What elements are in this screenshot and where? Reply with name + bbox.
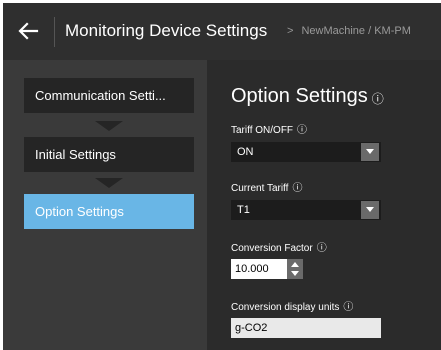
arrow-left-icon[interactable] <box>17 20 41 42</box>
conversion-units-label: Conversion display units ⓘ <box>231 301 353 314</box>
option-settings-panel: Option Settings ⓘ Tariff ON/OFF ⓘ ON Curre… <box>207 60 441 350</box>
current-tariff-value: T1 <box>237 204 250 216</box>
tariff-onoff-select[interactable]: ON <box>231 142 381 162</box>
stepper-buttons[interactable] <box>287 259 303 279</box>
current-tariff-label: Current Tariff ⓘ <box>231 182 302 195</box>
info-icon[interactable]: ⓘ <box>372 92 384 106</box>
title-separator <box>54 17 55 47</box>
conversion-factor-value: 10.000 <box>235 263 269 275</box>
section-title-text: Option Settings <box>231 85 368 107</box>
step-communication-settings[interactable]: Communication Setti... <box>24 78 194 113</box>
conversion-factor-stepper[interactable]: 10.000 <box>231 259 303 279</box>
info-icon[interactable]: ⓘ <box>343 302 353 313</box>
step-arrow-down-icon <box>95 178 123 188</box>
current-tariff-label-text: Current Tariff <box>231 183 289 194</box>
chevron-down-icon[interactable] <box>361 201 379 219</box>
chevron-down-icon[interactable] <box>361 143 379 161</box>
breadcrumb-chevron: > <box>287 25 294 37</box>
step-option-settings[interactable]: Option Settings <box>24 194 194 229</box>
tariff-onoff-value: ON <box>237 146 254 158</box>
section-title: Option Settings ⓘ <box>231 84 384 108</box>
conversion-factor-label: Conversion Factor ⓘ <box>231 242 327 255</box>
breadcrumb: > NewMachine / KM-PM <box>287 24 411 39</box>
tariff-onoff-label: Tariff ON/OFF ⓘ <box>231 124 307 137</box>
breadcrumb-path[interactable]: NewMachine / KM-PM <box>301 25 410 37</box>
stepper-down-icon[interactable] <box>291 271 299 276</box>
info-icon[interactable]: ⓘ <box>292 183 302 194</box>
window-frame: Monitoring Device Settings > NewMachine /… <box>3 3 441 350</box>
step-arrow-down-icon <box>95 121 123 131</box>
conversion-factor-label-text: Conversion Factor <box>231 243 313 254</box>
title-bar: Monitoring Device Settings > NewMachine /… <box>3 3 441 60</box>
steps-pane: Communication Setti... Initial Settings … <box>3 60 207 350</box>
page-title: Monitoring Device Settings <box>65 21 268 40</box>
current-tariff-select[interactable]: T1 <box>231 200 381 220</box>
info-icon[interactable]: ⓘ <box>297 125 307 136</box>
conversion-units-label-text: Conversion display units <box>231 302 340 313</box>
stepper-up-icon[interactable] <box>291 262 299 267</box>
info-icon[interactable]: ⓘ <box>317 243 327 254</box>
tariff-onoff-label-text: Tariff ON/OFF <box>231 125 294 136</box>
step-initial-settings[interactable]: Initial Settings <box>24 137 194 172</box>
arrow-left-icon-glyph <box>18 22 39 40</box>
conversion-units-field[interactable]: g-CO2 <box>231 318 381 338</box>
